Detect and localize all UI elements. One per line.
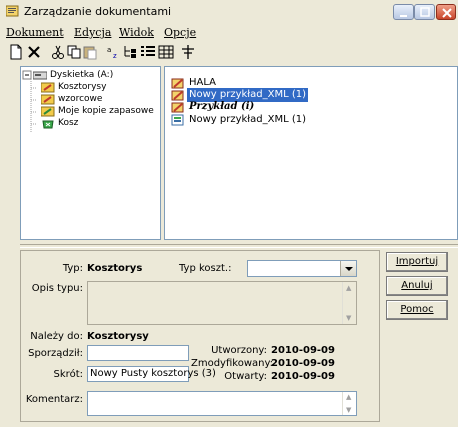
list-item-label: Przykład (i) [189,101,255,112]
menu-opcje-label: Opcje [164,26,197,39]
copy-icon[interactable] [66,44,82,60]
menu-opcje[interactable]: Opcje [164,26,196,39]
close-button[interactable] [436,4,456,20]
menu-edycja-label: Edycja [74,26,112,39]
utworzony-value: 2010-09-09 [271,345,335,356]
skrot-input[interactable]: Nowy Pusty kosztorys (3) [87,366,216,382]
chevron-down-icon[interactable] [340,261,356,276]
toolbar: az [0,44,458,62]
sporzadzil-input[interactable] [87,345,189,361]
delete-icon[interactable] [26,44,42,60]
pomoc-label: Pomoc [400,304,434,315]
xml-document-icon [171,114,185,126]
opis-typu-field: ▲ ▼ [87,281,357,325]
menu-dokument[interactable]: Dokument [6,26,64,39]
zmodyfikowany-label: Zmodyfikowany: [191,358,274,369]
opis-typu-scrollbar[interactable]: ▲ ▼ [342,282,356,324]
menu-widok-label: Widok [119,26,154,39]
list-item-label: Nowy przykład_XML (1) [189,114,307,125]
new-document-icon[interactable] [8,44,24,60]
tree-item-label: Kosz [58,118,79,128]
otwarty-value: 2010-09-09 [271,371,335,382]
komentarz-input[interactable]: ▲ ▼ [87,391,357,416]
window-title: Zarządzanie dokumentami [24,5,172,18]
scroll-up-icon[interactable]: ▲ [346,393,351,401]
folder-tree[interactable]: Dyskietka (A:) Kosztorysy wzorcowe Moje … [20,66,161,240]
panel-splitter[interactable] [20,244,458,248]
typ-koszt-label: Typ koszt.: [179,263,232,274]
tree-view-icon[interactable] [122,44,138,60]
recycle-bin-icon [41,117,55,129]
maximize-button[interactable] [414,4,435,20]
utworzony-label: Utworzony: [211,345,267,356]
document-icon [171,77,185,89]
minimize-icon [400,15,407,17]
komentarz-label: Komentarz: [25,394,83,405]
document-list[interactable]: HALA Nowy przykład_XML (1) Przykład (i) … [164,66,458,240]
importuj-label: Importuj [395,256,439,267]
sporzadzil-label: Sporządził: [28,348,83,359]
app-icon [5,5,20,17]
minimize-button[interactable] [393,4,414,20]
anuluj-label: Anuluj [401,280,433,291]
icons-view-icon[interactable] [158,44,174,60]
svg-text:a: a [107,46,111,54]
scroll-down-icon[interactable]: ▼ [346,406,351,414]
menu-bar: Dokument Edycja Widok Opcje [0,26,458,42]
importuj-button[interactable]: Importuj [386,252,448,272]
scroll-up-icon[interactable]: ▲ [346,284,351,292]
folder-icon [40,105,55,117]
close-icon [442,8,452,18]
document-manager-window: Zarządzanie dokumentami Dokument Edycja … [0,0,458,427]
komentarz-scrollbar[interactable]: ▲ ▼ [342,392,356,415]
anuluj-button[interactable]: Anuluj [386,276,448,296]
folder-icon [40,81,55,93]
pomoc-button[interactable]: Pomoc [386,300,448,320]
document-icon [171,101,185,113]
nalezy-do-label: Należy do: [30,331,83,342]
zmodyfikowany-value: 2010-09-09 [271,358,335,369]
cut-icon[interactable] [50,44,66,60]
title-bar: Zarządzanie dokumentami [0,0,458,24]
menu-dokument-label: Dokument [6,26,64,39]
svg-text:z: z [113,52,117,60]
opis-typu-label: Opis typu: [31,283,83,294]
nalezy-do-value: Kosztorysy [87,331,149,342]
maximize-icon [420,7,430,17]
floppy-drive-icon [32,69,48,81]
sort-icon[interactable]: az [106,44,122,60]
details-view-icon[interactable] [140,44,156,60]
typ-koszt-select[interactable] [247,260,357,277]
menu-edycja[interactable]: Edycja [74,26,111,39]
folder-icon [40,93,55,105]
skrot-label: Skrót: [53,369,83,380]
scroll-down-icon[interactable]: ▼ [346,314,351,322]
paste-icon[interactable] [82,44,98,60]
typ-label: Typ: [62,263,83,274]
options-icon[interactable] [180,44,196,60]
otwarty-label: Otwarty: [224,371,267,382]
menu-widok[interactable]: Widok [119,26,154,39]
document-details-panel: Typ: Kosztorys Typ koszt.: Opis typu: ▲ … [20,250,380,422]
typ-value: Kosztorys [87,263,143,274]
document-icon [171,89,185,101]
